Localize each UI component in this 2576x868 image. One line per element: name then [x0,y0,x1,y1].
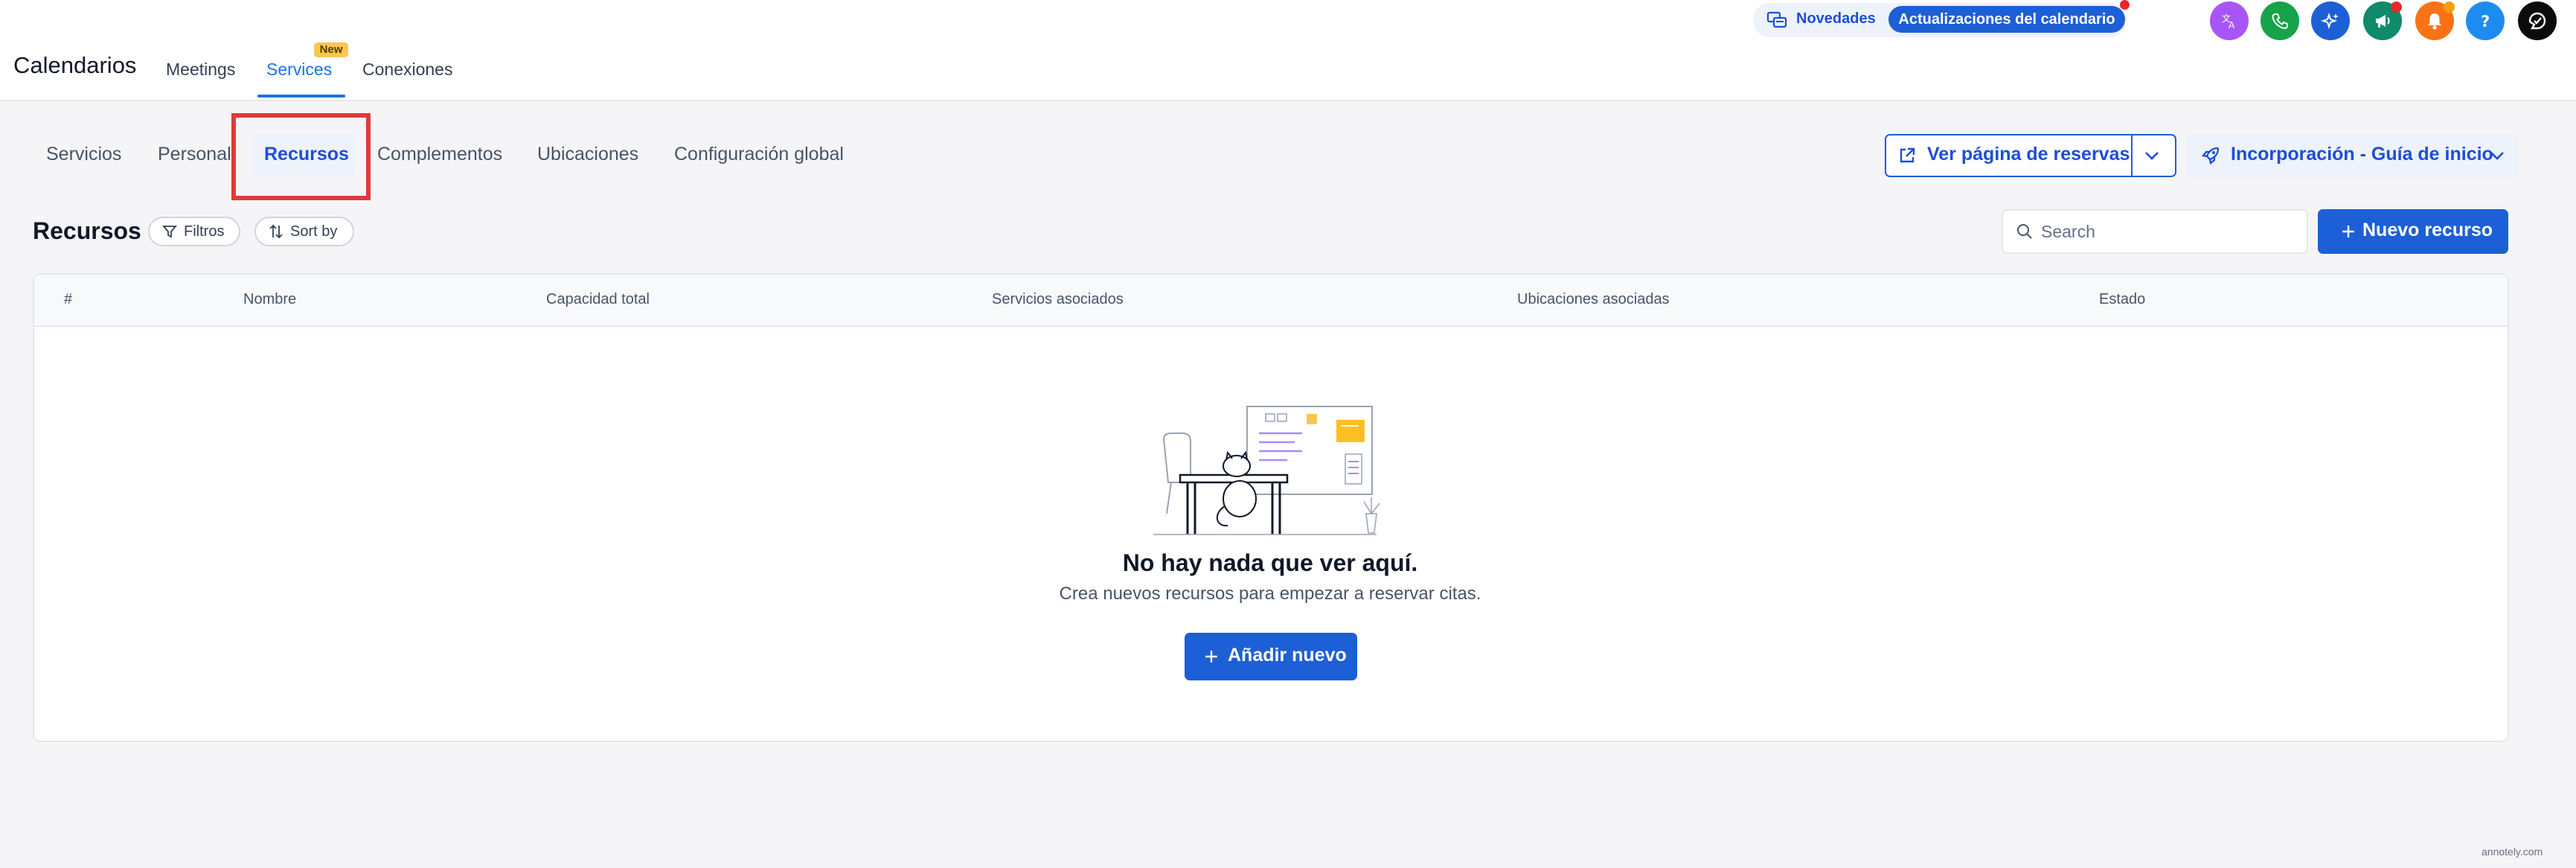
novedades-link[interactable]: Novedades [1796,10,1876,28]
tab-ubicaciones[interactable]: Ubicaciones [537,144,638,165]
plus-icon [1205,651,1217,663]
new-badge: New [314,42,348,57]
svg-text:?: ? [2481,13,2490,31]
add-new-label[interactable]: Añadir nuevo [1228,645,1347,666]
sort-icon [269,224,283,239]
column-header: Servicios asociados [992,291,1124,307]
empty-state-title: No hay nada que ver aquí. [1122,549,1418,576]
sparkle-icon[interactable] [2311,1,2350,40]
onboarding-guide-label[interactable]: Incorporación - Guía de inicio [2231,144,2493,165]
tab-configuracion-global[interactable]: Configuración global [674,144,844,165]
top-bar [0,0,2576,101]
section-title: Recursos [33,217,141,244]
empty-state-subtitle: Crea nuevos recursos para empezar a rese… [1059,584,1481,604]
help-icon[interactable]: ? [2466,1,2505,40]
filters-label: Filtros [184,223,225,240]
sort-label: Sort by [290,223,338,240]
column-header: Estado [2099,291,2146,307]
megaphone-badge [2391,1,2402,13]
nav-services[interactable]: Services [266,60,332,80]
column-header: Capacidad total [546,291,650,307]
bell-badge [2444,1,2455,13]
filters-button[interactable]: Filtros [148,217,240,246]
watermark: annotely.com [2482,846,2543,858]
search-placeholder: Search [2041,222,2095,241]
tab-complementos[interactable]: Complementos [377,144,502,165]
phone-icon[interactable] [2261,1,2299,40]
app-title: Calendarios [13,52,137,78]
annotation-highlight-box [231,113,371,200]
plus-icon [2342,226,2354,237]
column-header: Nombre [243,291,297,307]
tab-servicios[interactable]: Servicios [46,144,121,165]
nav-connections[interactable]: Conexiones [362,60,452,80]
column-header: # [64,291,73,307]
chevron-down-icon[interactable] [2488,147,2506,164]
updates-icon [1766,11,1787,28]
tab-personal[interactable]: Personal [158,144,231,165]
calendar-updates-button[interactable]: Actualizaciones del calendario [1888,6,2125,33]
rocket-icon [2201,147,2220,165]
column-header: Ubicaciones asociadas [1517,291,1670,307]
empty-state-illustration [1153,406,1380,535]
filter-icon [162,226,177,238]
profile-icon[interactable] [2518,1,2557,40]
search-icon [2017,224,2032,239]
sort-button[interactable]: Sort by [254,217,354,246]
view-booking-page-label[interactable]: Ver página de reservas [1927,144,2130,165]
nav-meetings[interactable]: Meetings [166,60,235,80]
external-link-icon [1900,147,1915,163]
new-resource-label[interactable]: Nuevo recurso [2362,220,2493,241]
svg-text:A: A [2229,20,2235,31]
chevron-down-icon[interactable] [2143,147,2161,164]
nav-active-indicator [257,95,345,98]
notification-dot [2120,0,2130,10]
translate-icon[interactable]: 文A [2210,1,2249,40]
